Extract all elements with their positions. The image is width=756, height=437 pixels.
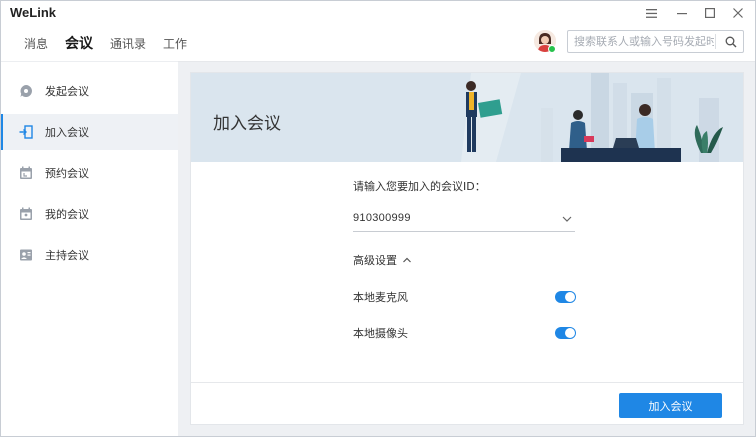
hamburger-menu-icon bbox=[645, 8, 657, 18]
search-box bbox=[567, 30, 744, 53]
page-title: 加入会议 bbox=[213, 114, 281, 134]
sidebar-item-label: 预约会议 bbox=[45, 167, 89, 180]
advanced-settings-toggle[interactable]: 高级设置 bbox=[353, 252, 412, 268]
tab-meetings[interactable]: 会议 bbox=[65, 33, 93, 53]
search-icon bbox=[725, 36, 736, 47]
top-nav: 消息 会议 通讯录 工作 bbox=[1, 25, 755, 61]
maximize-button[interactable] bbox=[697, 2, 723, 24]
start-meeting-icon bbox=[18, 83, 34, 99]
online-status-dot bbox=[548, 45, 556, 53]
sidebar: 发起会议 加入会议 预约会议 我的会议 主持会议 bbox=[1, 61, 178, 436]
join-meeting-banner: 加入会议 bbox=[191, 73, 743, 162]
menu-button[interactable] bbox=[638, 2, 664, 24]
host-meeting-icon bbox=[18, 247, 34, 263]
tab-contacts[interactable]: 通讯录 bbox=[110, 35, 146, 52]
tab-work[interactable]: 工作 bbox=[163, 35, 187, 52]
close-button[interactable] bbox=[725, 2, 751, 24]
join-meeting-button[interactable]: 加入会议 bbox=[619, 393, 722, 418]
tab-messages[interactable]: 消息 bbox=[24, 35, 48, 52]
toggle-knob bbox=[565, 328, 575, 338]
toggle-knob bbox=[565, 292, 575, 302]
camera-option-label: 本地摄像头 bbox=[353, 327, 408, 340]
card-footer: 加入会议 bbox=[191, 382, 743, 424]
minimize-icon bbox=[677, 13, 687, 15]
minimize-button[interactable] bbox=[669, 2, 695, 24]
join-meeting-form: 请输入您要加入的会议ID： 910300999 高级设置 本地麦克风 本地摄像头 bbox=[191, 162, 743, 380]
sidebar-item-my-meetings[interactable]: 我的会议 bbox=[1, 196, 178, 232]
sidebar-item-host-meeting[interactable]: 主持会议 bbox=[1, 237, 178, 273]
close-icon bbox=[733, 8, 743, 18]
meeting-id-value: 910300999 bbox=[353, 212, 411, 224]
sidebar-item-label: 发起会议 bbox=[45, 85, 89, 98]
join-meeting-card: 加入会议 请输入您要加入的会议ID： 910300999 高级设置 本地麦克风 … bbox=[190, 72, 744, 425]
chevron-down-icon[interactable] bbox=[561, 213, 573, 225]
search-divider bbox=[715, 34, 716, 49]
meeting-id-field[interactable]: 910300999 bbox=[353, 208, 575, 232]
main-panel: 加入会议 请输入您要加入的会议ID： 910300999 高级设置 本地麦克风 … bbox=[178, 61, 755, 436]
search-input[interactable] bbox=[574, 33, 714, 50]
join-meeting-icon bbox=[18, 124, 34, 140]
app-window: WeLink 消息 会议 通讯录 工作 搜索联系人或输入号码发起时 发起会议 加… bbox=[0, 0, 756, 437]
microphone-option-label: 本地麦克风 bbox=[353, 291, 408, 304]
search-button[interactable] bbox=[718, 31, 743, 52]
camera-toggle[interactable] bbox=[555, 327, 576, 339]
chevron-up-icon bbox=[403, 257, 411, 263]
sidebar-item-schedule-meeting[interactable]: 预约会议 bbox=[1, 155, 178, 191]
title-bar: WeLink bbox=[1, 1, 755, 25]
schedule-meeting-icon bbox=[18, 165, 34, 181]
maximize-icon bbox=[705, 8, 715, 18]
office-illustration bbox=[461, 73, 723, 162]
meeting-id-prompt: 请输入您要加入的会议ID： bbox=[353, 180, 486, 193]
app-title: WeLink bbox=[10, 5, 56, 20]
microphone-toggle[interactable] bbox=[555, 291, 576, 303]
my-meeting-icon bbox=[18, 206, 34, 222]
sidebar-item-label: 主持会议 bbox=[45, 249, 89, 262]
sidebar-item-label: 我的会议 bbox=[45, 208, 89, 221]
sidebar-item-start-meeting[interactable]: 发起会议 bbox=[1, 73, 178, 109]
advanced-settings-label: 高级设置 bbox=[353, 254, 397, 267]
sidebar-item-join-meeting[interactable]: 加入会议 bbox=[1, 114, 178, 150]
sidebar-item-label: 加入会议 bbox=[45, 126, 89, 139]
